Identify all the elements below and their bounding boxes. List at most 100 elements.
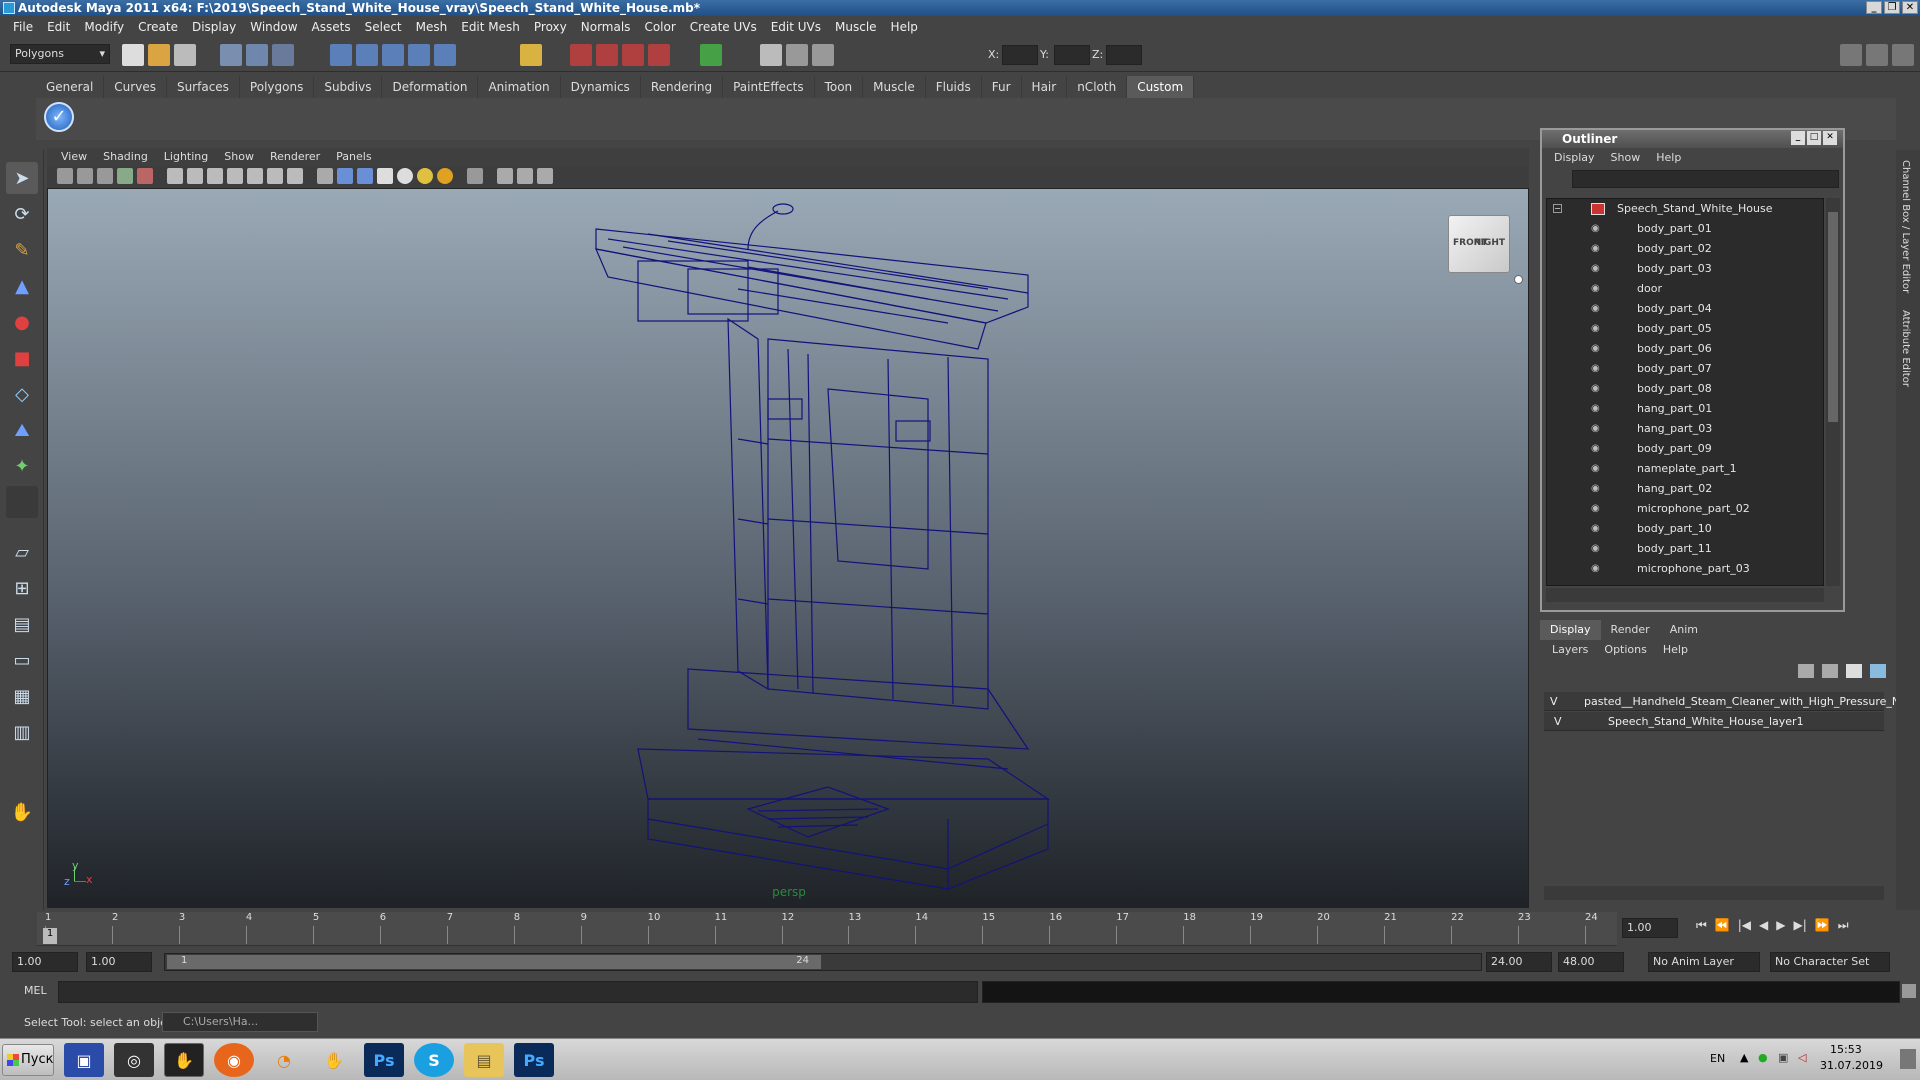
isolate-select-icon[interactable] bbox=[467, 168, 483, 184]
save-scene-icon[interactable] bbox=[174, 44, 196, 66]
shelf-tab-fur[interactable]: Fur bbox=[982, 76, 1022, 98]
menuset-select[interactable]: Polygons ▾ bbox=[10, 44, 110, 64]
outliner-item-root[interactable]: − Speech_Stand_White_House bbox=[1547, 199, 1823, 219]
menu-file[interactable]: File bbox=[6, 20, 40, 34]
snap-curve-icon[interactable] bbox=[356, 44, 378, 66]
lasso-tool-icon[interactable]: ⟳ bbox=[6, 198, 38, 230]
outliner-filter-field[interactable] bbox=[1572, 170, 1839, 188]
shelf-tab-animation[interactable]: Animation bbox=[478, 76, 561, 98]
resolution-gate-icon[interactable] bbox=[207, 168, 223, 184]
hypershade-layout-icon[interactable]: ▦ bbox=[6, 680, 38, 712]
textured-icon[interactable] bbox=[377, 168, 393, 184]
gate-mask-icon[interactable] bbox=[227, 168, 243, 184]
two-d-pan-zoom-icon[interactable] bbox=[137, 168, 153, 184]
volume-muted-icon[interactable]: ◁ bbox=[1798, 1051, 1806, 1064]
show-manipulator-icon[interactable]: ✦ bbox=[6, 450, 38, 482]
camera-select-icon[interactable] bbox=[57, 168, 73, 184]
render-settings-icon[interactable] bbox=[622, 44, 644, 66]
render-current-frame-icon[interactable] bbox=[570, 44, 592, 66]
go-to-end-icon[interactable]: ⏭ bbox=[1838, 918, 1849, 933]
outliner-menu-display[interactable]: Display bbox=[1546, 148, 1603, 168]
snap-view-plane-icon[interactable] bbox=[408, 44, 430, 66]
start-button[interactable]: Пуск bbox=[2, 1044, 54, 1076]
panel-menu-renderer[interactable]: Renderer bbox=[262, 148, 328, 166]
script-editor-icon[interactable] bbox=[1902, 984, 1916, 998]
collapse-icon[interactable]: − bbox=[1553, 204, 1562, 213]
construction-history-icon[interactable] bbox=[520, 44, 542, 66]
minimize-button[interactable]: _ bbox=[1866, 1, 1882, 14]
image-plane-icon[interactable] bbox=[117, 168, 133, 184]
layer-row[interactable]: V pasted__Handheld_Steam_Cleaner_with_Hi… bbox=[1544, 692, 1918, 711]
open-scene-icon[interactable] bbox=[148, 44, 170, 66]
layer-menu-options[interactable]: Options bbox=[1596, 640, 1654, 660]
skype-icon[interactable]: S bbox=[414, 1043, 454, 1077]
shelf-tab-custom[interactable]: Custom bbox=[1127, 76, 1195, 98]
shelf-tab-ncloth[interactable]: nCloth bbox=[1067, 76, 1128, 98]
step-forward-key-icon[interactable]: ⏩ bbox=[1815, 918, 1830, 933]
show-channel-box-icon[interactable] bbox=[812, 44, 834, 66]
anim-start-field[interactable]: 1.00 bbox=[86, 952, 152, 972]
outliner-menu-help[interactable]: Help bbox=[1648, 148, 1689, 168]
anim-end-field[interactable]: 24.00 bbox=[1486, 952, 1552, 972]
layer-tab-display[interactable]: Display bbox=[1540, 620, 1601, 640]
start-time-field[interactable]: 1.00 bbox=[12, 952, 78, 972]
select-by-object-icon[interactable] bbox=[246, 44, 268, 66]
panel-menu-panels[interactable]: Panels bbox=[328, 148, 379, 166]
menu-help[interactable]: Help bbox=[884, 20, 925, 34]
shelf-tab-toon[interactable]: Toon bbox=[815, 76, 864, 98]
outliner-item[interactable]: ◉ body_part_02 bbox=[1547, 239, 1823, 259]
backface-culling-icon[interactable] bbox=[537, 168, 553, 184]
menu-select[interactable]: Select bbox=[358, 20, 409, 34]
character-set-select[interactable]: No Character Set bbox=[1770, 952, 1890, 972]
menu-assets[interactable]: Assets bbox=[305, 20, 358, 34]
four-view-layout-icon[interactable]: ⊞ bbox=[6, 572, 38, 604]
channel-box-tab[interactable]: Channel Box / Layer Editor bbox=[1900, 160, 1911, 293]
bookmarks-icon[interactable] bbox=[97, 168, 113, 184]
default-lighting-icon[interactable] bbox=[397, 168, 413, 184]
camera-attributes-icon[interactable] bbox=[77, 168, 93, 184]
last-tool-icon[interactable] bbox=[6, 486, 38, 518]
menu-create[interactable]: Create bbox=[131, 20, 185, 34]
menu-proxy[interactable]: Proxy bbox=[527, 20, 574, 34]
maya-app-icon[interactable]: ◎ bbox=[114, 1043, 154, 1077]
layer-tab-anim[interactable]: Anim bbox=[1660, 620, 1708, 640]
persp-graph-layout-icon[interactable]: ▭ bbox=[6, 644, 38, 676]
layer-horizontal-scrollbar[interactable] bbox=[1544, 886, 1884, 900]
outliner-item[interactable]: ◉ body_part_06 bbox=[1547, 339, 1823, 359]
toggle-attribute-editor-icon[interactable] bbox=[1892, 44, 1914, 66]
blender-icon[interactable]: ◔ bbox=[264, 1043, 304, 1077]
shelf-tab-fluids[interactable]: Fluids bbox=[926, 76, 982, 98]
manipulator-tool-icon[interactable]: ◇ bbox=[6, 378, 38, 410]
outliner-item[interactable]: ◉ body_part_11 bbox=[1547, 539, 1823, 559]
panel-menu-show[interactable]: Show bbox=[216, 148, 262, 166]
save-app-icon[interactable]: ▣ bbox=[64, 1043, 104, 1077]
x-ray-joints-icon[interactable] bbox=[517, 168, 533, 184]
language-indicator[interactable]: EN bbox=[1710, 1052, 1725, 1065]
select-by-component-icon[interactable] bbox=[272, 44, 294, 66]
outliner-item[interactable]: ◉ hang_part_03 bbox=[1547, 419, 1823, 439]
single-perspective-layout-icon[interactable]: ▱ bbox=[6, 536, 38, 568]
range-slider[interactable]: 1 24 bbox=[164, 953, 1482, 971]
move-layer-up-icon[interactable] bbox=[1798, 664, 1814, 678]
outliner-item[interactable]: ◉ body_part_07 bbox=[1547, 359, 1823, 379]
persp-trax-layout-icon[interactable]: ▥ bbox=[6, 716, 38, 748]
panel-menu-lighting[interactable]: Lighting bbox=[156, 148, 216, 166]
snap-point-icon[interactable] bbox=[382, 44, 404, 66]
paint-select-tool-icon[interactable]: ✎ bbox=[6, 234, 38, 266]
x-ray-icon[interactable] bbox=[497, 168, 513, 184]
menu-color[interactable]: Color bbox=[637, 20, 682, 34]
shelf-tab-surfaces[interactable]: Surfaces bbox=[167, 76, 240, 98]
go-to-start-icon[interactable]: ⏮ bbox=[1696, 918, 1707, 933]
ipr-render-icon[interactable] bbox=[596, 44, 618, 66]
shelf-tab-polygons[interactable]: Polygons bbox=[240, 76, 315, 98]
play-backward-icon[interactable]: ◀ bbox=[1759, 918, 1768, 933]
menu-window[interactable]: Window bbox=[243, 20, 304, 34]
menu-normals[interactable]: Normals bbox=[574, 20, 638, 34]
time-slider[interactable]: 1 2 3 4 5 6 7 8 9 10 11 12 13 14 15 16 17 18 19 20 21 22 23 24 1 bbox=[37, 912, 1617, 946]
outliner-maximize-button[interactable]: □ bbox=[1807, 131, 1821, 145]
film-gate-icon[interactable] bbox=[187, 168, 203, 184]
photoshop-icon[interactable]: Ps bbox=[364, 1043, 404, 1077]
shelf-tab-painteffects[interactable]: PaintEffects bbox=[723, 76, 815, 98]
move-layer-down-icon[interactable] bbox=[1822, 664, 1838, 678]
shelf-tab-dynamics[interactable]: Dynamics bbox=[561, 76, 641, 98]
